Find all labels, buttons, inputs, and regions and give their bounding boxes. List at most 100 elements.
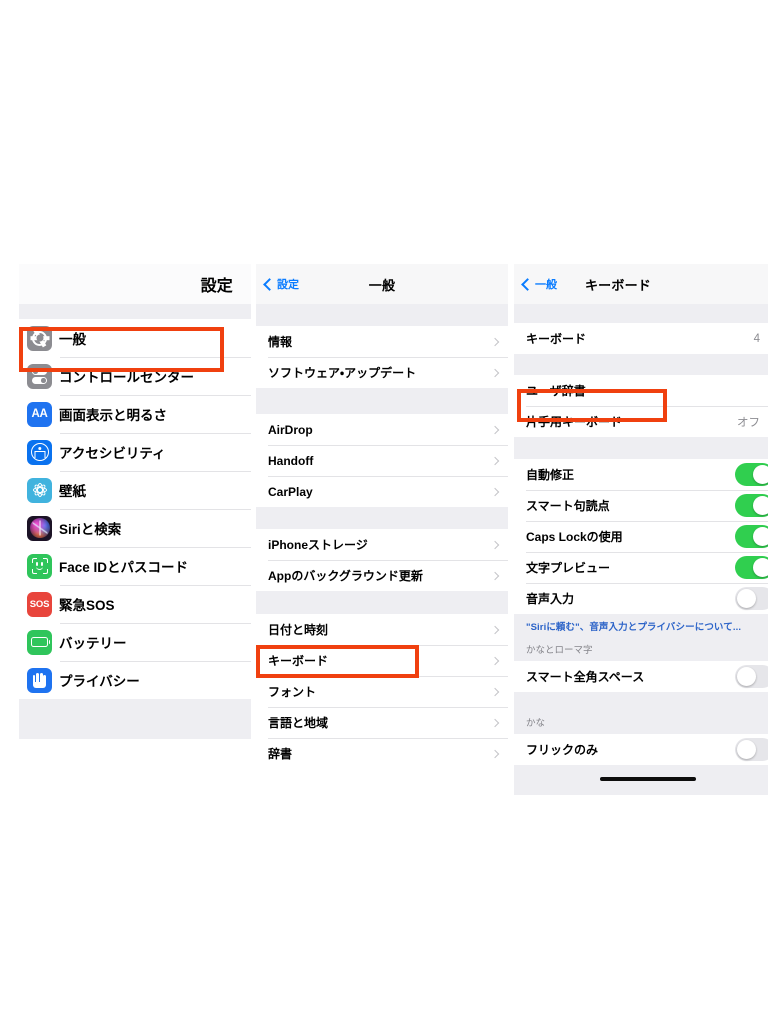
- chevron-right-icon: [490, 656, 500, 665]
- list-item-label: 情報: [268, 335, 293, 349]
- general-navbar: 設定 一般: [256, 264, 508, 304]
- list-item-carplay[interactable]: CarPlay: [256, 476, 508, 507]
- display-brightness-icon: AA: [27, 401, 52, 427]
- sidebar-item-emergency-sos[interactable]: SOS 緊急SOS: [19, 585, 251, 623]
- list-item-airdrop[interactable]: AirDrop: [256, 414, 508, 445]
- settings-navbar: 設定: [19, 264, 251, 304]
- list-item-dictionary[interactable]: 辞書: [256, 738, 508, 769]
- sidebar-item-label: 壁紙: [59, 484, 86, 499]
- chevron-right-icon: [490, 749, 500, 758]
- sidebar-item-label: バッテリー: [59, 636, 127, 651]
- list-item-label: AirDrop: [268, 422, 313, 437]
- list-item-keyboards[interactable]: キーボード 4: [514, 323, 768, 354]
- list-item-flick-only: フリックのみ: [514, 734, 768, 765]
- dictation-toggle[interactable]: [735, 587, 768, 610]
- privacy-hand-icon: [27, 667, 52, 693]
- list-item-software-update[interactable]: ソフトウェア・アップデート: [256, 357, 508, 388]
- section-gap: [514, 692, 768, 710]
- gear-icon: [27, 325, 52, 351]
- sidebar-item-accessibility[interactable]: アクセシビリティ: [19, 433, 251, 471]
- list-item-label: スマート句読点: [526, 499, 610, 513]
- section-gap: [19, 699, 251, 739]
- caps-lock-toggle[interactable]: [735, 525, 768, 548]
- sidebar-item-battery[interactable]: バッテリー: [19, 623, 251, 661]
- list-item-handoff[interactable]: Handoff: [256, 445, 508, 476]
- sidebar-item-face-id[interactable]: Face IDとパスコード: [19, 547, 251, 585]
- settings-list: 一般 コントロールセンター AA 画面表示と明るさ アクセシビリティ 壁紙 Si…: [19, 319, 251, 699]
- smart-fullwidth-space-toggle[interactable]: [735, 665, 768, 688]
- list-item-label: ユーザ辞書: [526, 384, 586, 398]
- smart-punctuation-toggle[interactable]: [735, 494, 768, 517]
- list-item-value: 4: [753, 332, 760, 345]
- list-item-language-region[interactable]: 言語と地域: [256, 707, 508, 738]
- list-item-label: 辞書: [268, 747, 293, 761]
- back-button[interactable]: 一般: [514, 276, 557, 292]
- chevron-right-icon: [490, 571, 500, 580]
- battery-icon: [27, 629, 52, 655]
- character-preview-toggle[interactable]: [735, 556, 768, 579]
- section-header-kana: かな: [514, 710, 768, 734]
- emergency-sos-icon: SOS: [27, 591, 52, 617]
- siri-privacy-link[interactable]: "Siriに頼む"、音声入力とプライバシーについて...: [514, 614, 768, 637]
- general-group-4: 日付と時刻 キーボード フォント 言語と地域 辞書: [256, 614, 508, 769]
- keyboard-panel: 一般 キーボード キーボード 4 ユーザ辞書 片手用キーボード オフ 自動修正 …: [514, 264, 768, 809]
- chevron-right-icon: [490, 337, 500, 346]
- list-item-label: 言語と地域: [268, 716, 329, 730]
- sidebar-item-control-center[interactable]: コントロールセンター: [19, 357, 251, 395]
- keyboard-group-4: スマート全角スペース: [514, 661, 768, 692]
- list-item-label: 片手用キーボード: [526, 415, 623, 429]
- sidebar-item-wallpaper[interactable]: 壁紙: [19, 471, 251, 509]
- section-gap: [19, 304, 251, 319]
- chevron-right-icon: [490, 540, 500, 549]
- list-item-value: オフ: [737, 416, 760, 429]
- list-item-label: CarPlay: [268, 484, 313, 499]
- list-item-about[interactable]: 情報: [256, 326, 508, 357]
- sidebar-item-general[interactable]: 一般: [19, 319, 251, 357]
- wallpaper-icon: [27, 477, 52, 503]
- back-button[interactable]: 設定: [256, 276, 299, 292]
- list-item-date-time[interactable]: 日付と時刻: [256, 614, 508, 645]
- list-item-smart-punctuation: スマート句読点: [514, 490, 768, 521]
- chevron-right-icon: [490, 625, 500, 634]
- sidebar-item-label: アクセシビリティ: [59, 446, 166, 461]
- control-center-icon: [27, 363, 52, 389]
- list-item-smart-fullwidth-space: スマート全角スペース: [514, 661, 768, 692]
- sidebar-item-siri-search[interactable]: Siriと検索: [19, 509, 251, 547]
- settings-panel: 設定 一般 コントロールセンター AA 画面表示と明るさ アクセシビリティ 壁紙…: [19, 264, 251, 807]
- list-item-text-replacement[interactable]: ユーザ辞書: [514, 375, 768, 406]
- sidebar-item-display-brightness[interactable]: AA 画面表示と明るさ: [19, 395, 251, 433]
- section-gap: [514, 437, 768, 459]
- chevron-right-icon: [490, 425, 500, 434]
- auto-correction-toggle[interactable]: [735, 463, 768, 486]
- list-item-character-preview: 文字プレビュー: [514, 552, 768, 583]
- list-item-label: 日付と時刻: [268, 623, 329, 637]
- list-item-background-app-refresh[interactable]: Appのバックグラウンド更新: [256, 560, 508, 591]
- sidebar-item-privacy[interactable]: プライバシー: [19, 661, 251, 699]
- section-gap: [514, 304, 768, 323]
- section-gap: [256, 304, 508, 326]
- sidebar-item-label: 画面表示と明るさ: [59, 408, 167, 423]
- chevron-right-icon: [490, 368, 500, 377]
- list-item-auto-correction: 自動修正: [514, 459, 768, 490]
- list-item-one-handed-keyboard[interactable]: 片手用キーボード オフ: [514, 406, 768, 437]
- home-indicator: [600, 777, 696, 781]
- list-item-fonts[interactable]: フォント: [256, 676, 508, 707]
- list-item-label: 自動修正: [526, 468, 575, 482]
- flick-only-toggle[interactable]: [735, 738, 768, 761]
- list-item-label: フォント: [268, 685, 317, 699]
- list-item-label: キーボード: [526, 332, 587, 346]
- chevron-left-icon: [521, 277, 534, 291]
- sidebar-item-label: プライバシー: [59, 674, 140, 689]
- face-id-icon: [27, 553, 52, 579]
- list-item-keyboard[interactable]: キーボード: [256, 645, 508, 676]
- list-item-label: ソフトウェア・アップデート: [268, 366, 417, 380]
- general-group-3: iPhoneストレージ Appのバックグラウンド更新: [256, 529, 508, 591]
- sidebar-item-label: 緊急SOS: [59, 598, 115, 613]
- list-item-label: 音声入力: [526, 592, 575, 606]
- chevron-right-icon: [490, 487, 500, 496]
- list-item-iphone-storage[interactable]: iPhoneストレージ: [256, 529, 508, 560]
- section-gap: [256, 769, 508, 809]
- list-item-label: Caps Lockの使用: [526, 530, 623, 544]
- keyboard-group-5: フリックのみ: [514, 734, 768, 765]
- section-gap: [256, 388, 508, 414]
